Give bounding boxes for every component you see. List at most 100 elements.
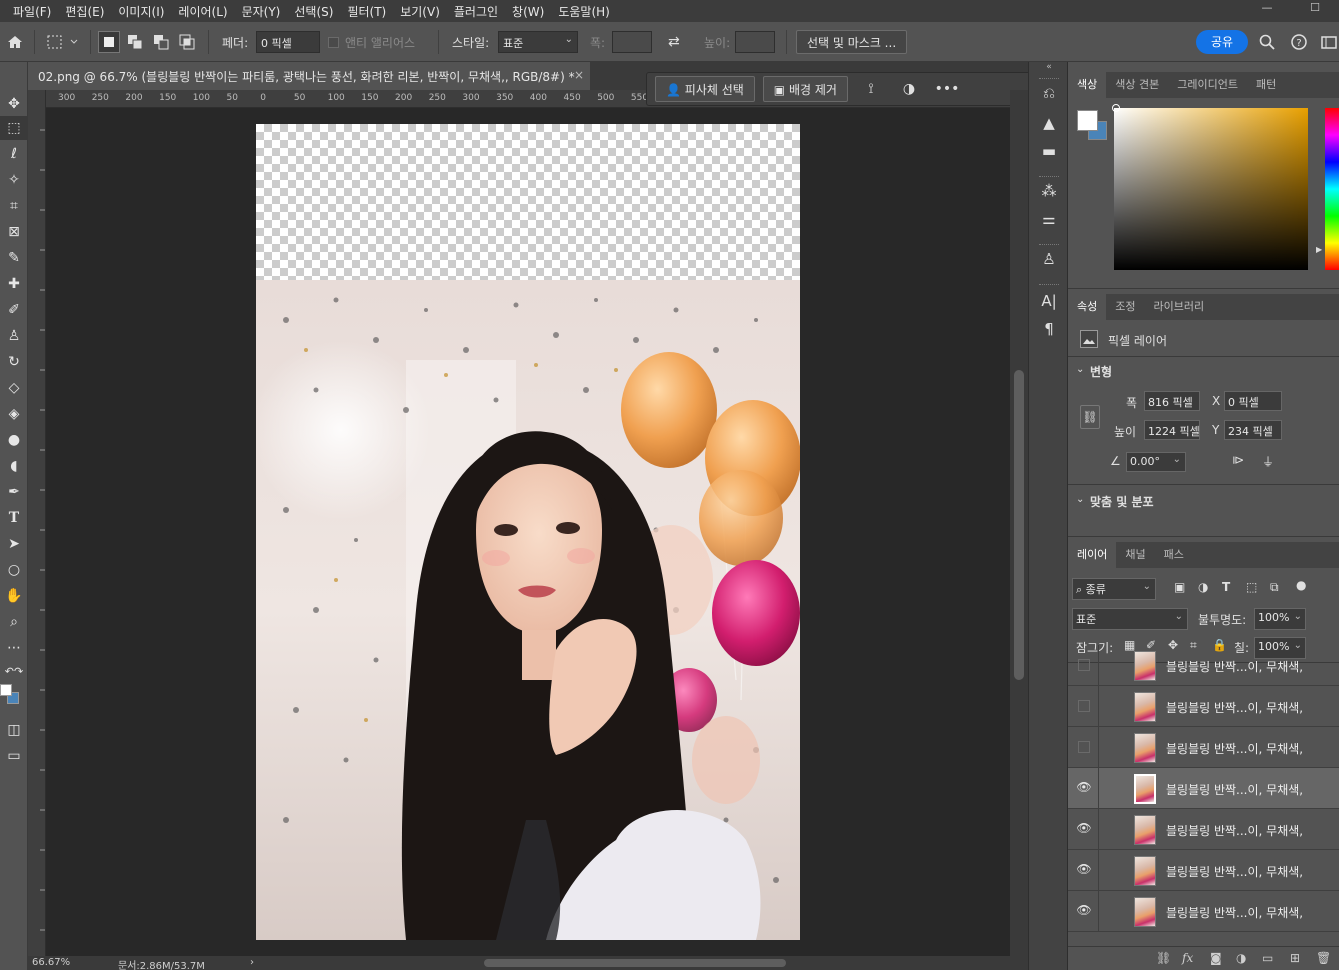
color-picker-field[interactable] [1114,108,1308,270]
hue-slider-arrow-icon[interactable]: ▶ [1316,245,1322,254]
marquee-preset-icon[interactable] [46,22,80,62]
x-field[interactable]: 0 픽셀 [1224,391,1282,411]
layer-row[interactable]: 👁 블링블링 반짝...이, 무채색, [1068,850,1339,891]
link-icon[interactable]: ⛓ [1080,405,1100,429]
close-icon[interactable]: × [574,68,584,82]
pen-tool-icon[interactable]: ✒ [0,480,28,504]
subtract-selection-icon[interactable] [152,22,170,62]
brush-settings-icon[interactable]: ⁂ [1029,182,1069,200]
comments-panel-icon[interactable]: ▬ [1029,142,1069,160]
delete-layer-icon[interactable]: 🗑 [1316,951,1331,965]
swap-icon[interactable]: ⇄ [668,22,680,62]
menu-type[interactable]: 문자(Y) [235,3,288,20]
new-adjustment-icon[interactable]: ◑ [1236,951,1246,965]
eyedropper-tool-icon[interactable]: ✎ [0,246,28,270]
status-menu-arrow[interactable]: › [250,957,254,968]
new-group-icon[interactable]: ▭ [1262,951,1273,965]
adjustment-icon[interactable]: ◑ [894,81,924,97]
marquee-tool-icon[interactable]: ⬚ [0,116,28,140]
more-options-button[interactable]: ••• [932,81,962,97]
layer-row[interactable]: 블링블링 반짝...이, 무채색, [1068,645,1339,686]
menu-layer[interactable]: 레이어(L) [171,3,234,20]
tab-gradients[interactable]: 그레이디언트 [1168,72,1247,98]
document-canvas[interactable] [256,124,800,940]
clone-source-icon[interactable]: ♙ [1029,250,1069,268]
new-layer-icon[interactable]: ⊞ [1290,951,1300,965]
layer-row[interactable]: 블링블링 반짝...이, 무채색, [1068,686,1339,727]
ellipse-tool-icon[interactable]: ○ [0,558,28,582]
home-icon[interactable] [6,22,24,62]
select-subject-button[interactable]: 👤 피사체 선택 [655,76,755,102]
canvas-area[interactable] [46,108,1010,956]
foreground-color-swatch[interactable] [0,684,12,696]
blend-mode-select[interactable]: 표준 ⌄ [1072,608,1188,630]
blur-tool-icon[interactable]: ● [0,428,28,452]
swap-colors-icon[interactable]: ↶↷ [0,660,28,684]
transform-icon[interactable]: ⟟ [856,81,886,97]
vertical-scrollbar[interactable] [1010,90,1028,956]
document-size[interactable]: 문서:2.86M/53.7M [118,957,205,970]
add-selection-icon[interactable] [126,22,144,62]
visibility-toggle[interactable] [1078,659,1090,671]
filter-type-icon[interactable]: T [1222,580,1230,594]
width-field[interactable]: 816 픽셀 [1144,391,1200,411]
flip-horizontal-icon[interactable]: ⧐ [1232,453,1244,467]
collapse-icon[interactable]: « [1029,62,1069,72]
tab-swatches[interactable]: 색상 견본 [1106,72,1168,98]
hand-tool-icon[interactable]: ✋ [0,584,28,608]
eye-icon[interactable]: 👁 [1076,903,1092,919]
select-and-mask-button[interactable]: 선택 및 마스크 ... [796,30,908,54]
angle-chevron-icon[interactable]: ⌄ [1173,454,1181,465]
share-button[interactable]: 공유 [1196,30,1248,54]
menu-image[interactable]: 이미지(I) [111,3,171,20]
tab-channels[interactable]: 채널 [1116,542,1154,568]
move-tool-icon[interactable]: ✥ [0,92,28,116]
zoom-tool-icon[interactable]: ⌕ [0,610,28,634]
link-layers-icon[interactable]: ⛓ [1156,951,1171,965]
screen-mode-icon[interactable]: ▭ [0,744,28,768]
history-brush-icon[interactable]: ↻ [0,350,28,374]
layer-filter-select[interactable]: ⌕ 종류 ⌄ [1072,578,1156,600]
menu-edit[interactable]: 편집(E) [58,3,111,20]
height-field[interactable]: 1224 픽셀 [1144,420,1200,440]
tab-paths[interactable]: 패스 [1155,542,1193,568]
path-selection-icon[interactable]: ➤ [0,532,28,556]
menu-help[interactable]: 도움말(H) [551,3,617,20]
horizontal-scroll-thumb[interactable] [484,959,786,967]
dodge-tool-icon[interactable]: ◖ [0,454,28,478]
menu-window[interactable]: 창(W) [505,3,551,20]
tab-color[interactable]: 색상 [1068,72,1107,98]
layer-row[interactable]: 블링블링 반짝...이, 무채색, [1068,727,1339,768]
y-field[interactable]: 234 픽셀 [1224,420,1282,440]
color-picker-marker[interactable] [1112,104,1120,112]
filter-smart-object-icon[interactable]: ⧉ [1270,580,1279,595]
maximize-button[interactable]: ☐ [1291,0,1339,22]
menu-filter[interactable]: 필터(T) [340,3,393,20]
antialias-checkbox[interactable] [328,36,339,48]
paint-bucket-icon[interactable]: ◈ [0,402,28,426]
menu-view[interactable]: 보기(V) [393,3,447,20]
actions-panel-icon[interactable]: ▲ [1029,114,1069,132]
opacity-field[interactable]: 100% ⌄ [1254,608,1306,630]
remove-background-button[interactable]: ▣ 배경 제거 [762,76,848,102]
filter-pixel-icon[interactable]: ▣ [1174,580,1185,594]
tab-patterns[interactable]: 패턴 [1247,72,1285,98]
eye-icon[interactable]: 👁 [1076,780,1092,796]
help-icon[interactable]: ? [1290,22,1308,62]
width-input[interactable] [612,31,652,53]
visibility-toggle[interactable] [1078,741,1090,753]
crop-tool-icon[interactable]: ⌗ [0,194,28,218]
transform-chevron-icon[interactable]: ⌄ [1076,364,1084,375]
character-panel-icon[interactable]: A| [1029,292,1069,310]
layer-row[interactable]: 👁 블링블링 반짝...이, 무채색, [1068,891,1339,932]
minimize-button[interactable]: — [1243,0,1291,22]
frame-tool-icon[interactable]: ⊠ [0,220,28,244]
document-tab[interactable]: 02.png @ 66.7% (블링블링 반짝이는 파티룸, 광택나는 풍선, … [28,62,590,90]
adjustments-panel-icon[interactable]: ⚌ [1029,210,1069,228]
color-foreground-swatch[interactable] [1077,110,1098,131]
align-section-title[interactable]: 맞춤 및 분포 [1090,493,1154,510]
type-tool-icon[interactable]: T [0,506,28,530]
filter-adjustment-icon[interactable]: ◑ [1198,580,1208,594]
height-input[interactable] [735,31,775,53]
filter-shape-icon[interactable]: ⬚ [1246,580,1257,594]
